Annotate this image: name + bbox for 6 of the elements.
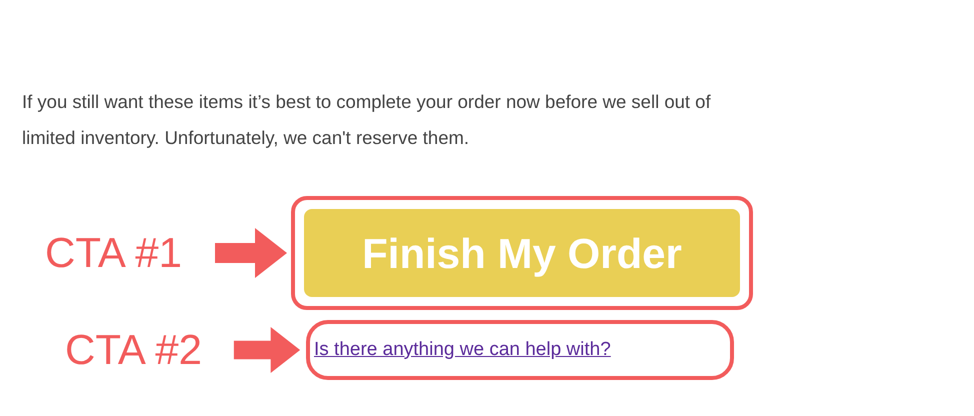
arrow-icon	[215, 225, 287, 281]
message-paragraph: If you still want these items it’s best to complete your order now before we sell out of limited inventory. Unfortunately, we can't reserve them.	[22, 90, 711, 150]
annotation-label: CTA #1	[45, 232, 183, 274]
help-link[interactable]: Is there anything we can help with?	[314, 336, 611, 364]
arrow-icon	[233, 327, 301, 373]
annotation-label: CTA #2	[65, 329, 203, 371]
